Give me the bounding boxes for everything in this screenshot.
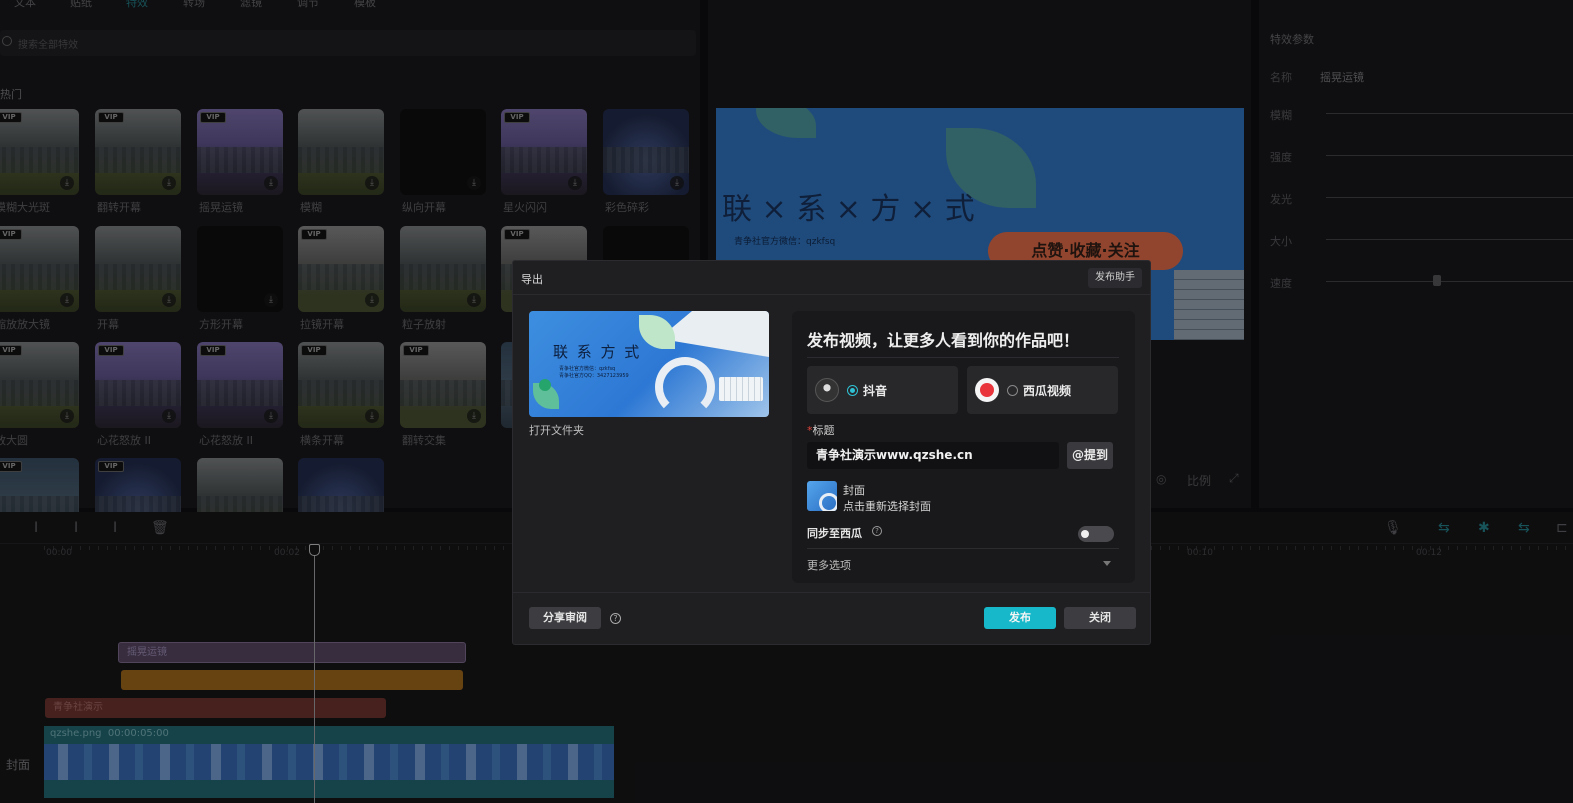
export-dialog: 导出 发布助手 联 系 方 式 青争社官方微信：qzkfsq 青争社官方QQ：3… <box>512 260 1151 645</box>
reselect-cover-link[interactable]: 点击重新选择封面 <box>843 498 931 514</box>
mention-button[interactable]: @提到 <box>1067 442 1113 469</box>
export-cover-thumbnail[interactable]: 联 系 方 式 青争社官方微信：qzkfsq 青争社官方QQ：342712395… <box>529 311 769 417</box>
dialog-title: 导出 <box>521 273 543 286</box>
publish-button[interactable]: 发布 <box>984 607 1056 629</box>
cover-thumb-title: 联 系 方 式 <box>553 343 642 361</box>
divider <box>513 592 1150 593</box>
sync-xigua-label: 同步至西瓜 <box>807 527 862 540</box>
close-button[interactable]: 关闭 <box>1064 607 1136 629</box>
xigua-label: 西瓜视频 <box>1023 384 1072 398</box>
keyboard-graphic <box>719 377 763 401</box>
title-input[interactable]: 青争社演示www.qzshe.cn <box>807 442 1059 469</box>
help-icon[interactable]: ? <box>872 526 882 536</box>
platform-xigua-option[interactable]: 西瓜视频 <box>967 366 1118 414</box>
cover-mini-thumbnail[interactable] <box>807 481 837 511</box>
chevron-down-icon[interactable] <box>1103 561 1111 566</box>
leaf-graphic <box>639 315 675 349</box>
headphones-graphic <box>655 357 715 417</box>
open-folder-link[interactable]: 打开文件夹 <box>529 422 584 438</box>
publish-headline: 发布视频，让更多人看到你的作品吧！ <box>807 331 1080 350</box>
cover-field-title: 封面 <box>843 484 865 497</box>
person-icon <box>539 379 551 391</box>
xigua-radio[interactable] <box>1007 385 1018 396</box>
more-options-toggle[interactable]: 更多选项 <box>807 557 851 573</box>
title-field-label: *标题 <box>807 422 835 438</box>
xigua-logo-icon <box>975 378 999 402</box>
platform-douyin-option[interactable]: 抖音 <box>807 366 958 414</box>
divider <box>807 548 1119 549</box>
sync-xigua-toggle[interactable] <box>1078 526 1114 542</box>
douyin-radio[interactable] <box>847 385 858 396</box>
cover-thumb-line: 青争社官方QQ：3427123959 <box>559 373 629 379</box>
help-icon[interactable]: ? <box>610 613 621 624</box>
monitor-graphic <box>659 311 769 357</box>
dialog-header: 导出 发布助手 <box>513 261 1150 295</box>
divider <box>807 357 1119 358</box>
douyin-avatar <box>815 378 839 402</box>
douyin-label: 抖音 <box>863 384 888 398</box>
publish-assistant-button[interactable]: 发布助手 <box>1088 268 1142 288</box>
title-label-text: 标题 <box>812 424 835 437</box>
share-review-button[interactable]: 分享审阅 <box>529 607 601 629</box>
cover-thumb-line: 青争社官方微信：qzkfsq <box>559 366 616 372</box>
publish-card: 发布视频，让更多人看到你的作品吧！ 抖音 西瓜视频 *标题 青争社演示www.q… <box>792 311 1135 583</box>
